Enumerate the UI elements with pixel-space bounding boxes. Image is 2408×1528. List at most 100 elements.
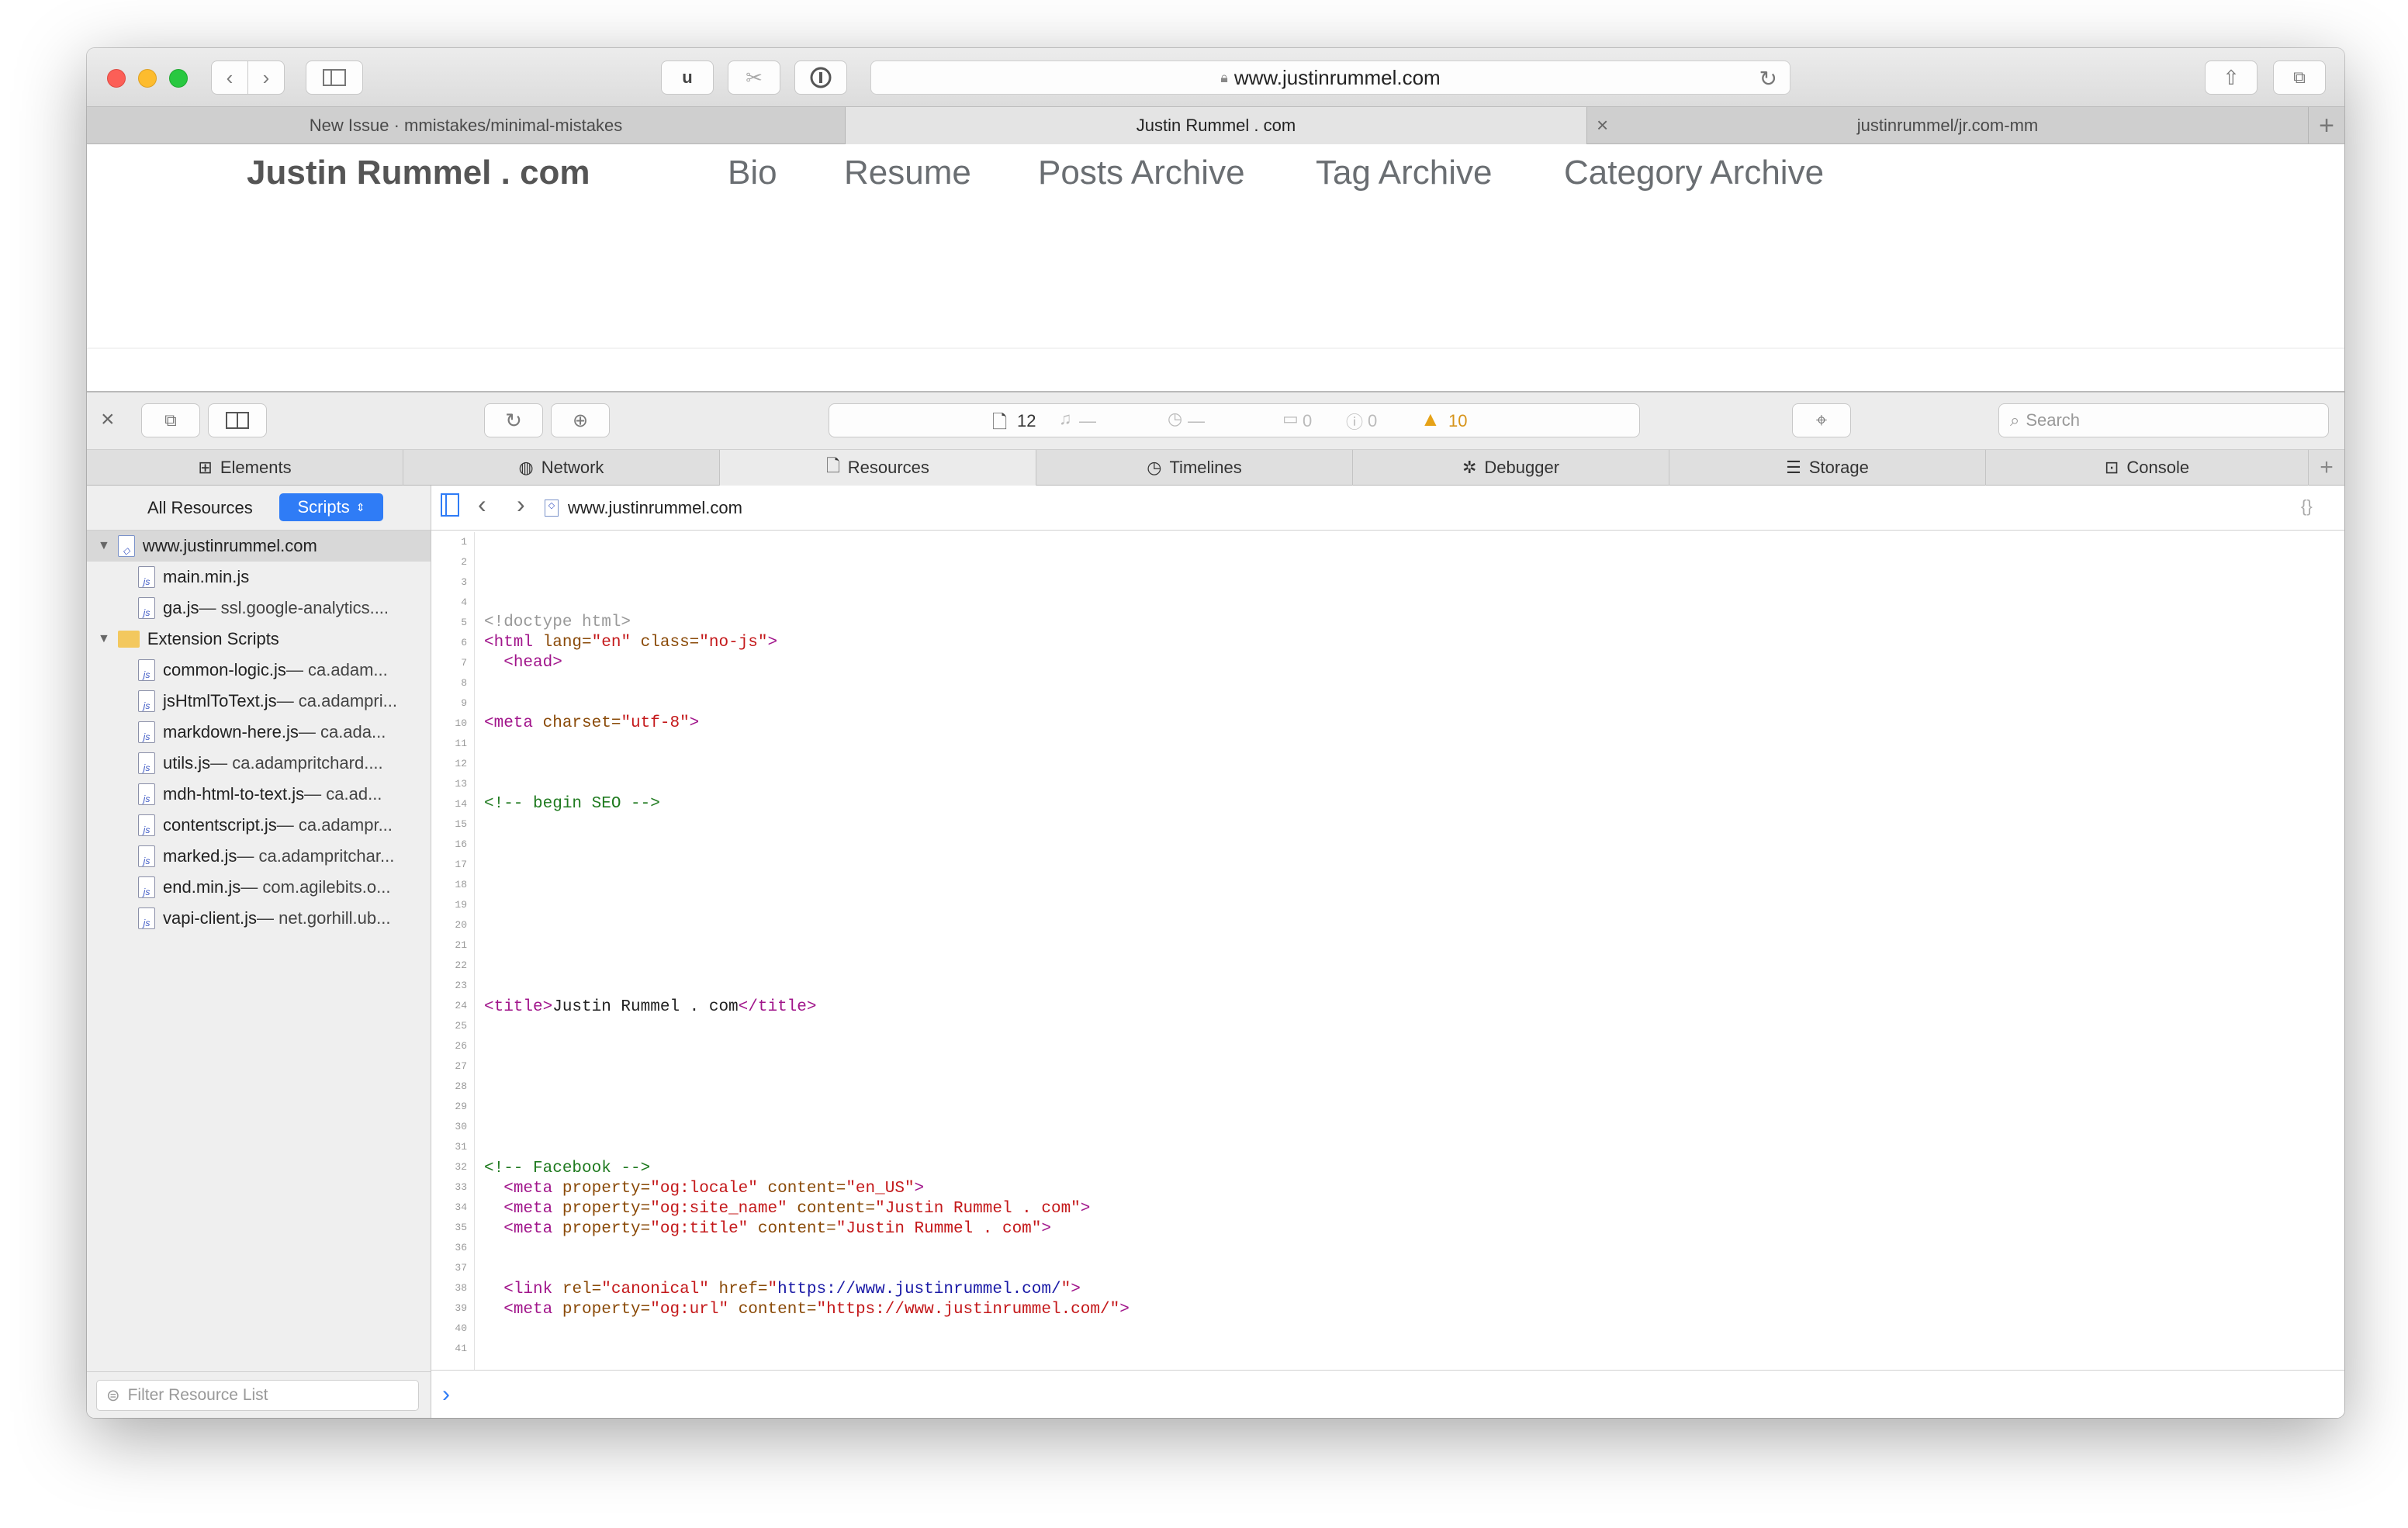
timelines-icon: ◷	[1147, 458, 1162, 477]
extension-button[interactable]: ✂	[728, 60, 780, 95]
line-number: 10	[455, 717, 467, 729]
log-icon: ▭	[1282, 409, 1299, 428]
resource-item[interactable]: js mdh-html-to-text.js — ca.ad...	[87, 779, 431, 810]
lock-icon: 🔒︎	[1220, 69, 1228, 85]
updown-icon: ⇕	[355, 500, 365, 513]
resource-name: markdown-here.js	[163, 722, 299, 742]
back-button[interactable]: ‹	[211, 60, 248, 95]
tabs-overview-button[interactable]: ⧉	[2273, 60, 2326, 95]
share-button[interactable]: ⇧	[2205, 60, 2258, 95]
resource-name: common-logic.js	[163, 660, 286, 679]
breadcrumb-path[interactable]: www.justinrummel.com	[568, 498, 742, 518]
line-number: 19	[455, 899, 467, 911]
tab-label: Debugger	[1484, 458, 1560, 477]
close-tab-icon[interactable]: ×	[1597, 113, 1608, 137]
tab-elements[interactable]: ⊞ Elements	[87, 450, 403, 486]
line-number: 27	[455, 1060, 467, 1072]
tab-resources[interactable]: 🗋 Resources	[720, 450, 1036, 486]
forward-icon[interactable]: ›	[517, 490, 525, 519]
reload-icon[interactable]: ↻	[1759, 66, 1777, 92]
disclosure-triangle-icon: ▼	[98, 632, 110, 645]
js-file-icon: js	[138, 845, 155, 867]
resource-item[interactable]: js markdown-here.js — ca.ada...	[87, 717, 431, 748]
share-icon: ⇧	[2223, 65, 2240, 89]
error-count: 0	[1368, 411, 1378, 430]
line-number: 9	[461, 697, 467, 709]
reader-u-button[interactable]: u	[661, 60, 714, 95]
sidebar-toggle-button[interactable]	[306, 60, 363, 95]
line-number: 6	[461, 637, 467, 648]
resource-origin: — ca.adam...	[285, 660, 388, 679]
dock-side-button[interactable]	[208, 403, 267, 437]
resource-item[interactable]: js utils.js — ca.adampritchard....	[87, 748, 431, 779]
tab-debugger[interactable]: ✲ Debugger	[1353, 450, 1669, 486]
tab-jr-com-mm[interactable]: × justinrummel/jr.com-mm	[1587, 107, 2309, 144]
tab-timelines[interactable]: ◷ Timelines	[1036, 450, 1353, 486]
extension-scripts-folder[interactable]: ▼ Extension Scripts	[87, 624, 431, 655]
line-number: 13	[455, 778, 467, 790]
tab-new-issue[interactable]: New Issue · mmistakes/minimal-mistakes	[87, 107, 846, 144]
resource-item[interactable]: js ga.js — ssl.google-analytics....	[87, 593, 431, 624]
tab-network[interactable]: ◍ Network	[403, 450, 720, 486]
tabs-overview-icon: ⧉	[2293, 67, 2306, 87]
line-number: 3	[461, 576, 467, 588]
site-title[interactable]: Justin Rummel . com	[247, 154, 590, 192]
filter-resource-input[interactable]: ⊜ Filter Resource List	[96, 1380, 419, 1411]
forward-button[interactable]: ›	[247, 60, 285, 95]
tab-storage[interactable]: ☰ Storage	[1669, 450, 1986, 486]
pretty-print-icon[interactable]: {}	[2301, 496, 2313, 517]
nav-bio[interactable]: Bio	[728, 154, 777, 192]
js-file-icon: js	[138, 783, 155, 805]
line-number: 32	[455, 1161, 467, 1173]
zoom-window-button[interactable]	[169, 69, 188, 88]
search-placeholder: Search	[2026, 410, 2081, 430]
warning-icon: ▲	[1420, 407, 1441, 430]
console-icon: ⊡	[2104, 458, 2119, 477]
console-prompt-bar[interactable]: ›	[431, 1370, 2344, 1418]
close-inspector-icon[interactable]: ×	[101, 406, 115, 433]
activity-dashboard[interactable]: 🗋 12 ♫ — ◷ — ▭ 0 ⓘ 0 ▲ 10	[829, 403, 1640, 437]
reload-page-button[interactable]: ↻	[484, 403, 543, 437]
nav-category-archive[interactable]: Category Archive	[1564, 154, 1824, 192]
nav-resume[interactable]: Resume	[844, 154, 971, 192]
minimize-window-button[interactable]	[138, 69, 157, 88]
tab-console[interactable]: ⊡ Console	[1986, 450, 2309, 486]
resource-name: utils.js	[163, 753, 211, 773]
back-icon[interactable]: ‹	[478, 490, 486, 519]
tab-label: Justin Rummel . com	[1136, 116, 1296, 135]
scripts-filter-button[interactable]: Scripts ⇕	[279, 493, 383, 521]
resource-item[interactable]: js common-logic.js — ca.adam...	[87, 655, 431, 686]
resource-origin: — ca.ada...	[298, 722, 386, 742]
plus-icon: +	[2319, 110, 2334, 140]
close-window-button[interactable]	[107, 69, 126, 88]
devtools-tab-bar: ⊞ Elements ◍ Network 🗋 Resources ◷ Timelines…	[87, 450, 2344, 486]
tab-label: New Issue · mmistakes/minimal-mistakes	[309, 116, 623, 135]
tab-justin-rummel[interactable]: Justin Rummel . com	[846, 107, 1587, 144]
code-line: <!-- begin SEO -->	[484, 795, 660, 813]
new-tab-button[interactable]: +	[2309, 107, 2344, 144]
download-archive-button[interactable]: ⊕	[551, 403, 610, 437]
resource-item[interactable]: js main.min.js	[87, 562, 431, 593]
resource-item[interactable]: js end.min.js — com.agilebits.o...	[87, 872, 431, 903]
resource-item[interactable]: js jsHtmlToText.js — ca.adampri...	[87, 686, 431, 717]
disclosure-triangle-icon: ▼	[98, 539, 110, 552]
inspect-element-button[interactable]: ⌖	[1792, 403, 1851, 437]
address-bar[interactable]: 🔒︎ www.justinrummel.com ↻	[870, 60, 1790, 95]
all-resources-filter[interactable]: All Resources	[147, 498, 253, 518]
nav-tag-archive[interactable]: Tag Archive	[1316, 154, 1492, 192]
resource-root[interactable]: ▼ ◇ www.justinrummel.com	[87, 531, 431, 562]
resource-item[interactable]: js marked.js — ca.adampritchar...	[87, 841, 431, 872]
undock-button[interactable]: ⧉	[141, 403, 200, 437]
resources-sidebar: All Resources Scripts ⇕ ▼ ◇ www.justinrum…	[87, 486, 431, 1418]
add-tab-button[interactable]: +	[2309, 450, 2344, 486]
devtools-search[interactable]: ⌕ Search	[1998, 403, 2329, 437]
onepassword-button[interactable]	[794, 60, 847, 95]
devtools-toolbar: × ⧉ ↻ ⊕ 🗋 12 ♫ — ◷ — ▭ 0 ⓘ 0 ▲ 10 ⌖ ⌕ Se…	[87, 391, 2344, 450]
timeline-value: —	[1188, 411, 1205, 430]
resource-item[interactable]: js vapi-client.js — net.gorhill.ub...	[87, 903, 431, 934]
resource-item[interactable]: js contentscript.js — ca.adampr...	[87, 810, 431, 841]
nav-posts-archive[interactable]: Posts Archive	[1038, 154, 1245, 192]
resource-name: contentscript.js	[163, 815, 277, 835]
toggle-sidebar-icon[interactable]	[441, 493, 459, 517]
filter-icon: ⊜	[106, 1386, 120, 1405]
